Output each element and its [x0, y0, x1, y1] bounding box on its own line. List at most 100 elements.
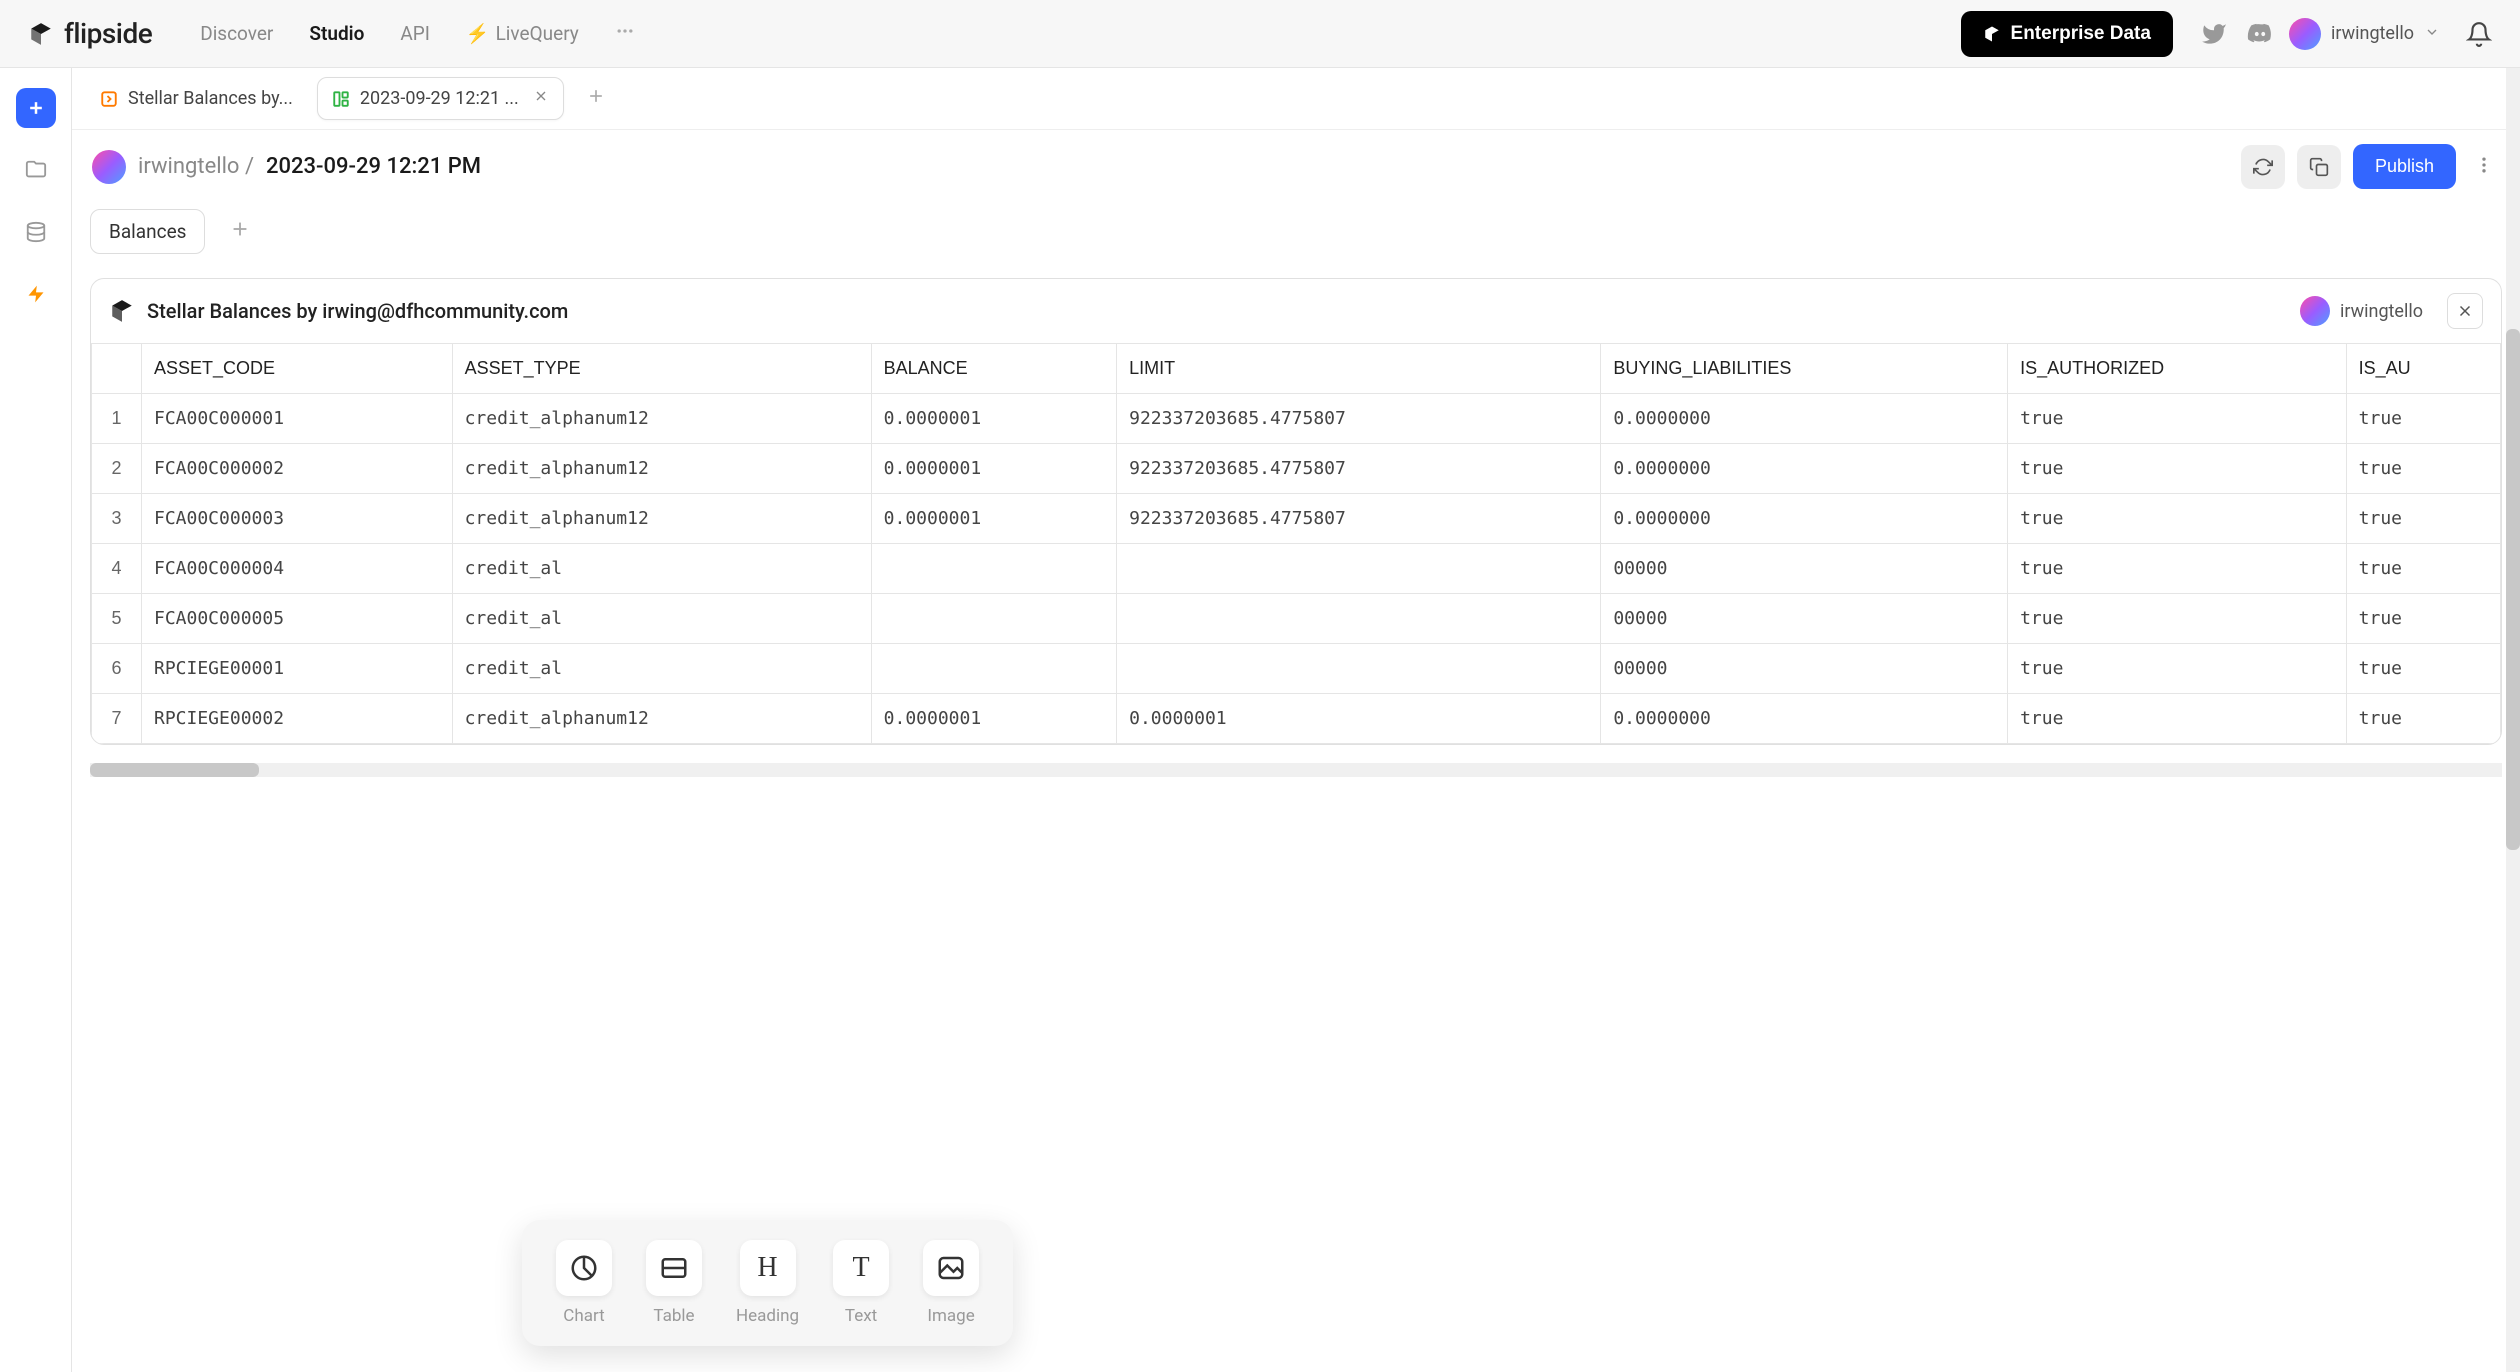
table-row[interactable]: 5FCA00C000005credit_al00000truetrue: [92, 594, 2501, 644]
breadcrumb-user[interactable]: irwingtello /: [138, 154, 254, 179]
close-icon[interactable]: [533, 88, 549, 109]
twitter-icon[interactable]: [2201, 21, 2227, 47]
nav-livequery[interactable]: ⚡ LiveQuery: [466, 22, 579, 45]
table-row[interactable]: 1FCA00C000001credit_alphanum120.00000019…: [92, 394, 2501, 444]
close-card-button[interactable]: [2447, 293, 2483, 329]
main: Stellar Balances by... 2023-09-29 12:21 …: [0, 68, 2520, 1372]
table-cell: credit_alphanum12: [452, 694, 871, 744]
horizontal-scrollbar[interactable]: [90, 763, 2502, 777]
insert-table[interactable]: Table: [646, 1240, 702, 1326]
publish-button[interactable]: Publish: [2353, 144, 2456, 189]
table-cell: true: [2008, 694, 2347, 744]
table-cell: true: [2008, 394, 2347, 444]
table-cell: credit_alphanum12: [452, 444, 871, 494]
table-cell: true: [2008, 444, 2347, 494]
table-cell: true: [2008, 494, 2347, 544]
col-asset-type: ASSET_TYPE: [452, 344, 871, 394]
data-card: Stellar Balances by irwing@dfhcommunity.…: [90, 278, 2502, 745]
logo[interactable]: flipside: [28, 17, 152, 50]
page-title: 2023-09-29 12:21 PM: [266, 154, 481, 179]
table-cell: RPCIEGE00001: [142, 644, 453, 694]
dashboard-icon: [332, 90, 350, 108]
copy-button[interactable]: [2297, 145, 2341, 189]
insert-heading[interactable]: H Heading: [736, 1240, 799, 1326]
col-balance: BALANCE: [871, 344, 1116, 394]
table-cell: 6: [92, 644, 142, 694]
insert-text[interactable]: T Text: [833, 1240, 889, 1326]
table-cell: credit_alphanum12: [452, 394, 871, 444]
table-cell: 0.0000000: [1601, 444, 2008, 494]
col-is-au: IS_AU: [2346, 344, 2500, 394]
more-icon[interactable]: [2468, 155, 2500, 179]
avatar: [92, 150, 126, 184]
nav-more-icon[interactable]: [615, 21, 635, 46]
chart-icon: [556, 1240, 612, 1296]
table-cell: 0.0000001: [1117, 694, 1601, 744]
table-cell: 7: [92, 694, 142, 744]
nav-links: Discover Studio API ⚡ LiveQuery: [200, 21, 635, 46]
nav-api[interactable]: API: [400, 22, 430, 45]
publish-label: Publish: [2375, 156, 2434, 176]
table-cell: true: [2346, 694, 2500, 744]
table-row[interactable]: 2FCA00C000002credit_alphanum120.00000019…: [92, 444, 2501, 494]
bolt-icon[interactable]: [16, 274, 56, 314]
nav-discover[interactable]: Discover: [200, 22, 273, 45]
avatar: [2300, 296, 2330, 326]
cube-icon: [109, 298, 135, 324]
add-tab-button[interactable]: [574, 78, 618, 120]
table-row[interactable]: 7RPCIEGE00002credit_alphanum120.00000010…: [92, 694, 2501, 744]
content-area: Stellar Balances by... 2023-09-29 12:21 …: [72, 68, 2520, 1372]
insert-toolbar: Chart Table H Heading T Text: [522, 1220, 1013, 1346]
add-subtab-button[interactable]: [219, 212, 261, 252]
table-row[interactable]: 3FCA00C000003credit_alphanum120.00000019…: [92, 494, 2501, 544]
col-asset-code: ASSET_CODE: [142, 344, 453, 394]
table-cell: credit_al: [452, 644, 871, 694]
heading-icon: H: [740, 1240, 796, 1296]
vertical-scrollbar[interactable]: [2506, 68, 2520, 1372]
table-cell: FCA00C000002: [142, 444, 453, 494]
username: irwingtello: [2331, 23, 2414, 44]
table-header-row: ASSET_CODE ASSET_TYPE BALANCE LIMIT BUYI…: [92, 344, 2501, 394]
user-menu[interactable]: irwingtello: [2289, 18, 2440, 50]
table-cell: true: [2346, 544, 2500, 594]
database-icon[interactable]: [16, 212, 56, 252]
table-cell: 4: [92, 544, 142, 594]
topbar-icons: [2201, 21, 2273, 47]
table-cell: 2: [92, 444, 142, 494]
nav-studio[interactable]: Studio: [309, 22, 364, 45]
enterprise-data-button[interactable]: Enterprise Data: [1961, 11, 2173, 57]
new-button[interactable]: [16, 88, 56, 128]
table-cell: FCA00C000003: [142, 494, 453, 544]
table-cell: [871, 644, 1116, 694]
table-cell: [1117, 594, 1601, 644]
folder-icon[interactable]: [16, 150, 56, 190]
table-cell: 922337203685.4775807: [1117, 494, 1601, 544]
insert-image[interactable]: Image: [923, 1240, 979, 1326]
discord-icon[interactable]: [2247, 21, 2273, 47]
table-cell: credit_al: [452, 594, 871, 644]
table-cell: [871, 544, 1116, 594]
insert-chart[interactable]: Chart: [556, 1240, 612, 1326]
refresh-button[interactable]: [2241, 145, 2285, 189]
page-header: irwingtello / 2023-09-29 12:21 PM Publis…: [72, 130, 2520, 203]
table-cell: true: [2346, 444, 2500, 494]
tab-timestamp[interactable]: 2023-09-29 12:21 ...: [317, 77, 564, 120]
table-cell: true: [2346, 644, 2500, 694]
bell-icon[interactable]: [2466, 21, 2492, 47]
card-title: Stellar Balances by irwing@dfhcommunity.…: [147, 299, 568, 323]
table-row[interactable]: 4FCA00C000004credit_al00000truetrue: [92, 544, 2501, 594]
table-row[interactable]: 6RPCIEGE00001credit_al00000truetrue: [92, 644, 2501, 694]
table-cell: 922337203685.4775807: [1117, 444, 1601, 494]
subtabs: Balances: [72, 203, 2520, 268]
table-wrap[interactable]: ASSET_CODE ASSET_TYPE BALANCE LIMIT BUYI…: [91, 343, 2501, 744]
bolt-icon: ⚡: [466, 22, 490, 45]
table-cell: 00000: [1601, 644, 2008, 694]
subtab-balances[interactable]: Balances: [90, 209, 205, 254]
chevron-down-icon: [2424, 24, 2440, 44]
cube-icon: [1983, 25, 2001, 43]
table-cell: FCA00C000001: [142, 394, 453, 444]
tab-bar: Stellar Balances by... 2023-09-29 12:21 …: [72, 68, 2520, 130]
text-icon: T: [833, 1240, 889, 1296]
table-cell: FCA00C000004: [142, 544, 453, 594]
tab-stellar-balances[interactable]: Stellar Balances by...: [86, 78, 307, 119]
